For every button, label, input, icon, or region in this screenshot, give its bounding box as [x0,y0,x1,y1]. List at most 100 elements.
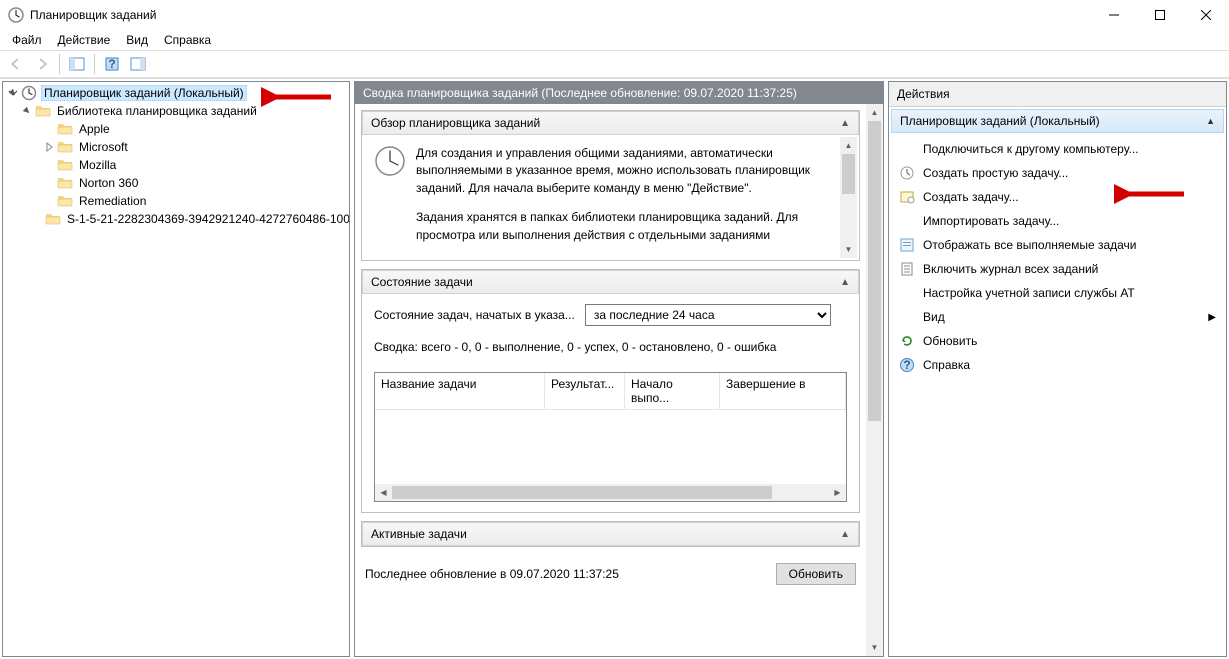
action-label: Создать задачу... [923,190,1216,204]
overview-section: Обзор планировщика заданий ▲ Для создани… [361,110,860,261]
chevron-up-icon: ▲ [840,529,850,540]
active-title: Активные задачи [371,527,467,541]
task-table: Название задачи Результат... Начало выпо… [374,372,847,502]
minimize-button[interactable] [1091,0,1137,30]
task-table-hscroll[interactable]: ◀ ▶ [375,484,846,501]
tree-library[interactable]: Библиотека планировщика заданий [7,102,345,120]
status-summary: Сводка: всего - 0, 0 - выполнение, 0 - у… [374,340,847,354]
action-item[interactable]: Создать задачу... [891,185,1224,209]
refresh-button[interactable]: Обновить [776,563,856,585]
svg-text:?: ? [108,57,115,71]
action-icon [899,189,915,205]
action-icon [899,309,915,325]
expand-icon[interactable] [43,141,55,153]
window-title: Планировщик заданий [30,8,1091,22]
menu-file[interactable]: Файл [4,31,50,49]
forward-button[interactable] [30,53,54,75]
action-label: Включить журнал всех заданий [923,262,1216,276]
app-icon [8,7,24,23]
action-icon [899,285,915,301]
menubar: Файл Действие Вид Справка [0,30,1229,50]
menu-view[interactable]: Вид [118,31,156,49]
chevron-up-icon: ▲ [840,277,850,288]
action-icon [899,165,915,181]
tree-folder[interactable]: Apple [7,120,345,138]
action-label: Отображать все выполняемые задачи [923,238,1216,252]
action-label: Обновить [923,334,1216,348]
col-result[interactable]: Результат... [545,373,625,409]
menu-action[interactable]: Действие [50,31,119,49]
maximize-button[interactable] [1137,0,1183,30]
action-icon [899,333,915,349]
center-scrollbar[interactable]: ▲ ▼ [866,104,883,656]
status-period-dropdown[interactable]: за последние 24 часа [585,304,831,326]
action-icon [899,141,915,157]
active-tasks-section: Активные задачи ▲ [361,521,860,547]
folder-icon [57,121,73,137]
collapse-icon[interactable] [7,87,19,99]
back-button[interactable] [4,53,28,75]
action-item[interactable]: ? Справка [891,353,1224,377]
task-table-body [375,410,846,484]
action-item[interactable]: Создать простую задачу... [891,161,1224,185]
tree-library-label: Библиотека планировщика заданий [55,104,259,118]
status-section: Состояние задачи ▲ Состояние задач, нача… [361,269,860,513]
collapse-icon[interactable] [21,105,33,117]
actions-subheader[interactable]: Планировщик заданий (Локальный) ▲ [891,109,1224,133]
action-label: Настройка учетной записи службы AT [923,286,1216,300]
overview-text: Для создания и управления общими задания… [416,145,827,250]
action-item[interactable]: Обновить [891,329,1224,353]
action-label: Импортировать задачу... [923,214,1216,228]
last-refresh-label: Последнее обновление в 09.07.2020 11:37:… [365,567,619,581]
action-icon: ? [899,357,915,373]
col-name[interactable]: Название задачи [375,373,545,409]
action-item[interactable]: Подключиться к другому компьютеру... [891,137,1224,161]
action-label: Подключиться к другому компьютеру... [923,142,1216,156]
tree-item-label: Apple [77,122,112,136]
action-item[interactable]: Включить журнал всех заданий [891,257,1224,281]
action-pane-button[interactable] [126,53,150,75]
tree-panel: Планировщик заданий (Локальный) Библиоте… [2,81,350,657]
action-item[interactable]: Отображать все выполняемые задачи [891,233,1224,257]
col-start[interactable]: Начало выпо... [625,373,720,409]
tree-folder[interactable]: Norton 360 [7,174,345,192]
tree-root-label: Планировщик заданий (Локальный) [41,85,247,101]
folder-icon [57,139,73,155]
folder-icon [57,193,73,209]
toolbar: ? [0,50,1229,78]
clock-icon [374,145,406,177]
tree-item-label: Norton 360 [77,176,140,190]
action-icon [899,261,915,277]
chevron-up-icon: ▲ [1206,116,1215,126]
col-end[interactable]: Завершение в [720,373,846,409]
show-hide-tree-button[interactable] [65,53,89,75]
menu-help[interactable]: Справка [156,31,219,49]
tree-folder[interactable]: Microsoft [7,138,345,156]
folder-icon [57,175,73,191]
close-button[interactable] [1183,0,1229,30]
tree-item-label: Microsoft [77,140,130,154]
tree-folder[interactable]: Mozilla [7,156,345,174]
actions-header: Действия [889,82,1226,107]
overview-section-header[interactable]: Обзор планировщика заданий ▲ [362,111,859,135]
scheduler-icon [21,85,37,101]
tree-root[interactable]: Планировщик заданий (Локальный) [7,84,345,102]
tree-folder[interactable]: Remediation [7,192,345,210]
help-button[interactable]: ? [100,53,124,75]
action-item[interactable]: Настройка учетной записи службы AT [891,281,1224,305]
status-section-header[interactable]: Состояние задачи ▲ [362,270,859,294]
action-label: Справка [923,358,1216,372]
tree-folder[interactable]: S-1-5-21-2282304369-3942921240-427276048… [7,210,345,228]
overview-title: Обзор планировщика заданий [371,116,540,130]
svg-text:?: ? [903,358,910,372]
action-icon [899,237,915,253]
action-item[interactable]: Импортировать задачу... [891,209,1224,233]
chevron-up-icon: ▲ [840,118,850,129]
status-title: Состояние задачи [371,275,473,289]
active-tasks-header[interactable]: Активные задачи ▲ [362,522,859,546]
tree-item-label: Mozilla [77,158,118,172]
overview-scrollbar[interactable]: ▲ ▼ [840,137,857,258]
tree-item-label: Remediation [77,194,148,208]
action-item[interactable]: Вид▶ [891,305,1224,329]
library-icon [35,103,51,119]
